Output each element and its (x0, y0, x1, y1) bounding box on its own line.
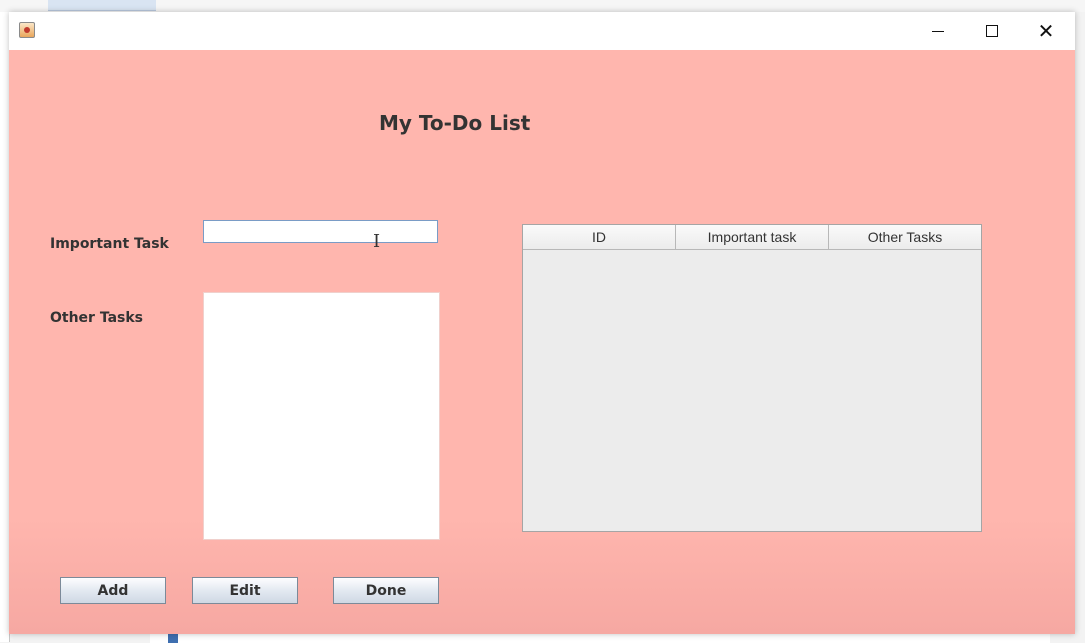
table-body[interactable] (523, 250, 981, 531)
column-header-other-tasks[interactable]: Other Tasks (829, 225, 981, 249)
done-button[interactable]: Done (333, 577, 439, 604)
form-panel: My To-Do List Important Task I Other Tas… (9, 50, 1075, 634)
background-active-tab (48, 0, 156, 11)
column-header-important-task[interactable]: Important task (676, 225, 829, 249)
page-title: My To-Do List (379, 111, 531, 135)
minimize-button[interactable] (911, 12, 965, 50)
text-cursor-icon: I (373, 231, 381, 252)
edit-button[interactable]: Edit (192, 577, 298, 604)
minimize-icon (932, 30, 944, 32)
table-header: ID Important task Other Tasks (523, 225, 981, 250)
important-task-input[interactable] (203, 220, 438, 243)
important-task-label: Important Task (50, 236, 169, 252)
close-button[interactable]: ✕ (1019, 12, 1073, 50)
add-button[interactable]: Add (60, 577, 166, 604)
java-app-icon (19, 22, 35, 38)
maximize-icon (986, 25, 998, 37)
tasks-table[interactable]: ID Important task Other Tasks (522, 224, 982, 532)
title-bar: ✕ (9, 12, 1075, 50)
close-icon: ✕ (1037, 19, 1055, 43)
other-tasks-textarea[interactable] (203, 292, 440, 540)
other-tasks-label: Other Tasks (50, 310, 144, 326)
maximize-button[interactable] (965, 12, 1019, 50)
todo-window: ✕ My To-Do List Important Task I Other T… (9, 12, 1075, 634)
background-ide-tabs (0, 0, 1085, 12)
column-header-id[interactable]: ID (523, 225, 676, 249)
